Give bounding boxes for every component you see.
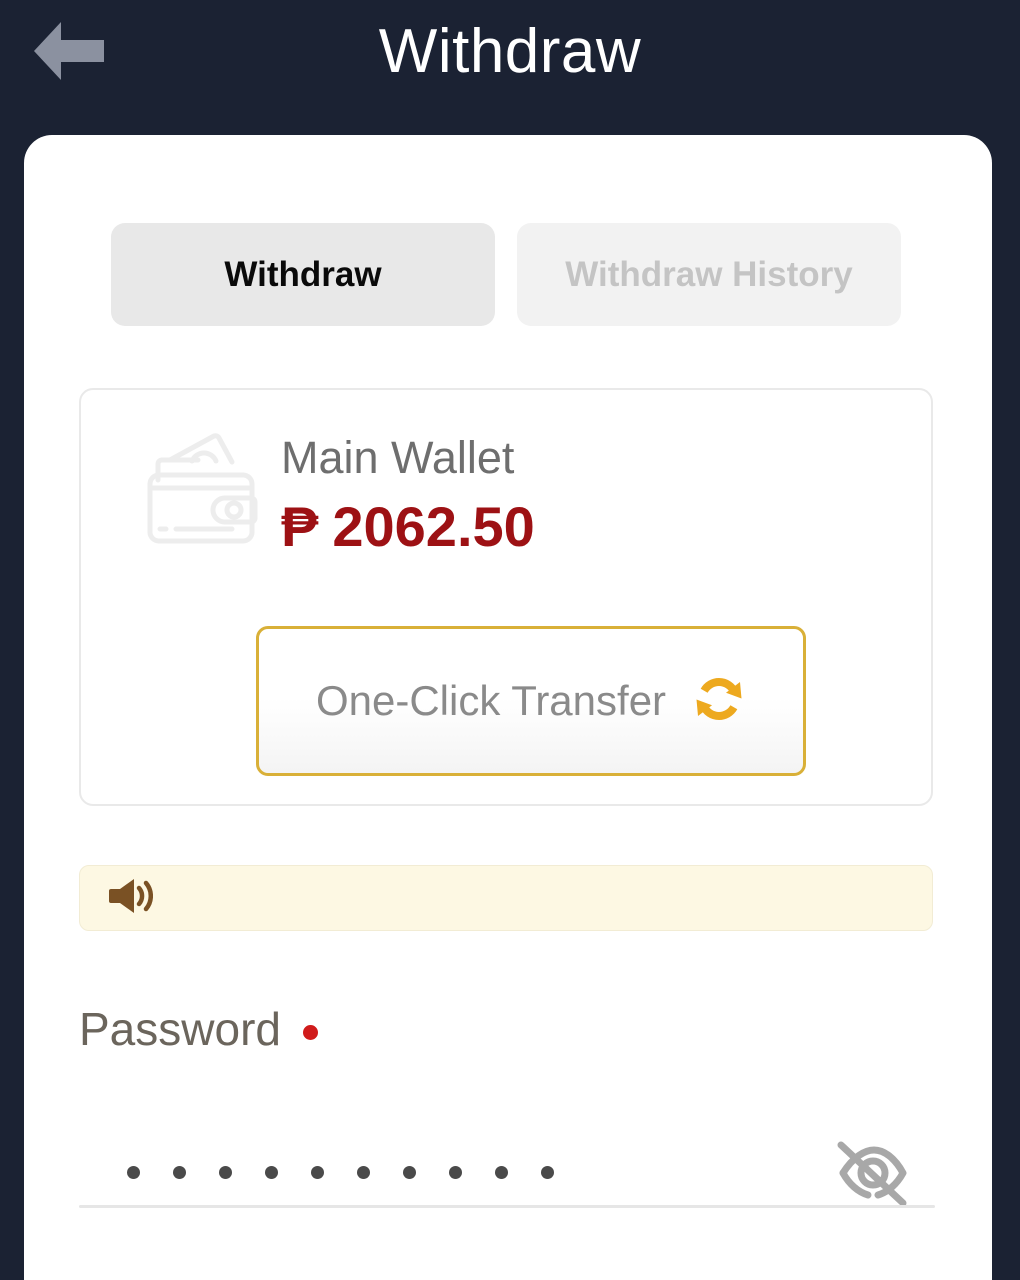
tab-withdraw-history[interactable]: Withdraw History xyxy=(517,223,901,326)
one-click-transfer-label: One-Click Transfer xyxy=(315,677,667,724)
app-header: Withdraw xyxy=(0,0,1020,120)
password-label-row: Password xyxy=(79,1001,318,1057)
speaker-announcement-icon xyxy=(107,876,154,921)
mask-dot xyxy=(311,1166,324,1179)
eye-off-icon[interactable] xyxy=(817,1118,927,1228)
withdraw-screen: Withdraw Withdraw Withdraw History Main … xyxy=(0,0,1020,1280)
mask-dot xyxy=(173,1166,186,1179)
one-click-transfer-button[interactable]: One-Click Transfer xyxy=(256,626,806,776)
mask-dot xyxy=(495,1166,508,1179)
announcement-bar[interactable] xyxy=(79,865,933,931)
wallet-icon xyxy=(136,428,266,558)
content-sheet: Withdraw Withdraw History Main Wallet ₱ … xyxy=(24,135,992,1280)
wallet-info: Main Wallet ₱ 2062.50 xyxy=(281,428,535,560)
mask-dot xyxy=(541,1166,554,1179)
password-label: Password xyxy=(79,1003,281,1055)
balance-amount: 2062.50 xyxy=(332,495,535,558)
mask-dot xyxy=(265,1166,278,1179)
page-title: Withdraw xyxy=(378,17,642,86)
wallet-name: Main Wallet xyxy=(281,432,515,483)
password-field-divider xyxy=(79,1205,935,1208)
mask-dot xyxy=(403,1166,416,1179)
tab-withdraw[interactable]: Withdraw xyxy=(111,223,495,326)
password-masked-value xyxy=(79,1166,817,1179)
required-indicator-icon xyxy=(302,1024,318,1040)
main-wallet-card: Main Wallet ₱ 2062.50 One-Click Transfer xyxy=(79,388,933,806)
currency-symbol: ₱ xyxy=(281,495,319,558)
sync-refresh-icon xyxy=(692,672,746,731)
password-input[interactable] xyxy=(79,1110,933,1235)
mask-dot xyxy=(449,1166,462,1179)
withdraw-tabs: Withdraw Withdraw History xyxy=(111,223,901,326)
mask-dot xyxy=(127,1166,140,1179)
mask-dot xyxy=(357,1166,370,1179)
mask-dot xyxy=(219,1166,232,1179)
wallet-balance: ₱ 2062.50 xyxy=(281,494,535,560)
